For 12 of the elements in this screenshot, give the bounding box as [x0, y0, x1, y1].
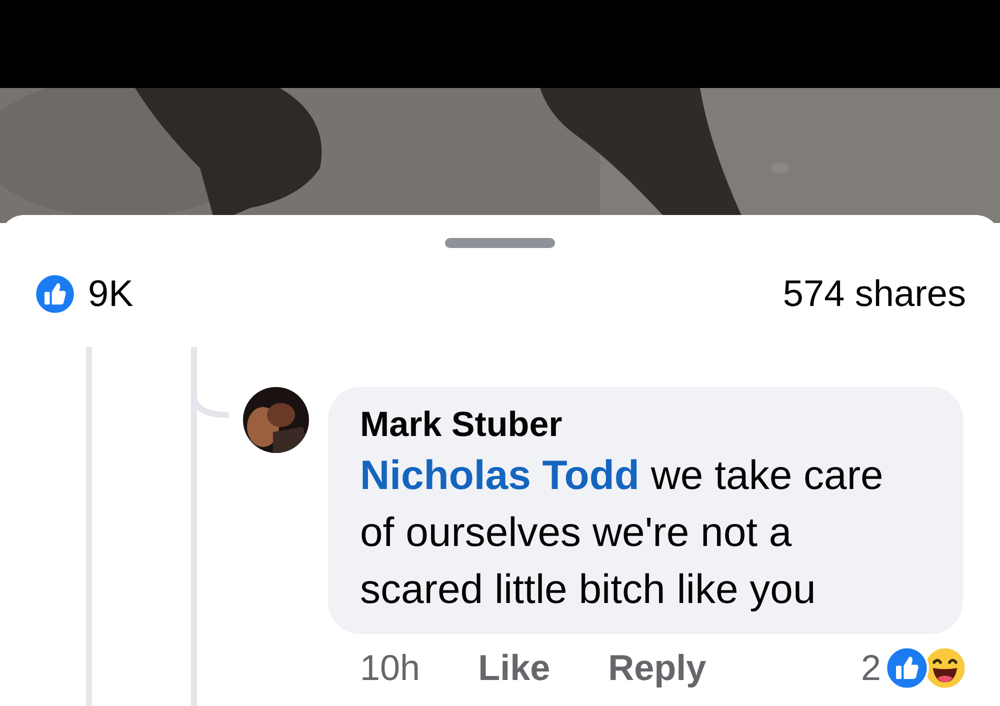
share-count[interactable]: 574 shares — [782, 273, 966, 315]
reply-button[interactable]: Reply — [608, 647, 706, 689]
like-icon — [885, 646, 929, 690]
reaction-count: 2 — [860, 647, 881, 689]
comment-author[interactable]: Mark Stuber — [360, 405, 931, 445]
drag-handle[interactable] — [445, 238, 555, 248]
comment-text: Nicholas Todd we take care of ourselves we're not a scared little bitch like you — [360, 451, 884, 614]
like-icon — [34, 273, 76, 315]
comment-time: 10h — [360, 647, 420, 689]
reaction-count[interactable]: 9K — [88, 273, 134, 315]
mention-link[interactable]: Nicholas Todd — [360, 452, 640, 498]
like-button[interactable]: Like — [478, 647, 550, 689]
